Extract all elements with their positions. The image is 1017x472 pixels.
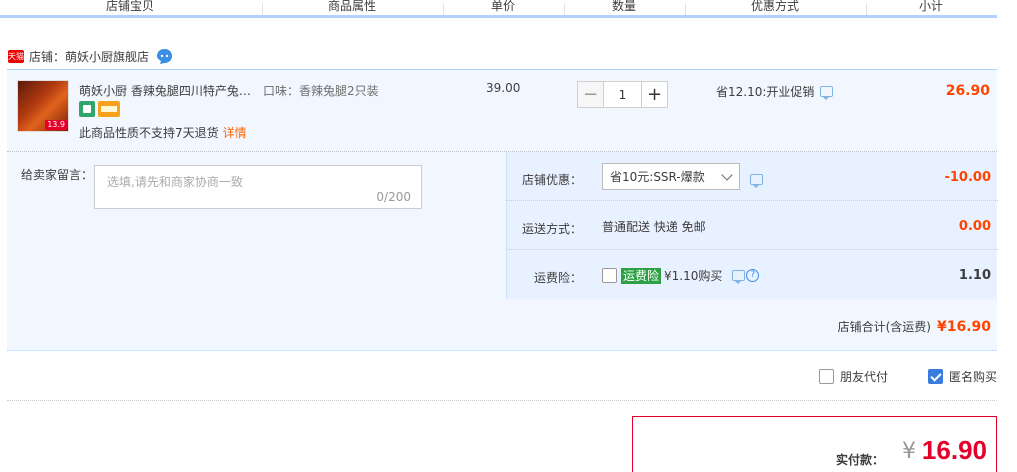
quantity-increase-button[interactable]: +	[641, 81, 668, 108]
shop-discount-amount: -10.00	[944, 170, 991, 185]
shop-total-amount: ¥16.90	[936, 319, 991, 335]
seller-message-placeholder: 选填,请先和商家协商一致	[107, 175, 243, 189]
header-col-unit-price: 单价	[490, 0, 515, 13]
product-title-link[interactable]: 萌妖小厨 香辣兔腿四川特产兔…	[79, 82, 257, 99]
seller-message-label: 给卖家留言：	[21, 168, 94, 182]
insurance-label: 运费险：	[533, 271, 582, 285]
insurance-tag: 运费险	[621, 267, 662, 284]
product-sku: 口味：香辣兔腿2只装	[263, 84, 379, 98]
insurance-amount: 1.10	[958, 268, 991, 283]
section-divider	[7, 400, 997, 401]
unit-price: 39.00	[486, 81, 521, 95]
shop-discount-selected: 省10元:SSR-爆款	[610, 170, 705, 184]
shop-discount-label: 店铺优惠：	[521, 173, 582, 187]
payment-options: 朋友代付 匿名购买	[818, 368, 997, 385]
return-policy-details-link[interactable]: 详情	[223, 126, 247, 140]
payment-total-label: 实付款：	[835, 453, 884, 467]
anonymous-purchase-label: 匿名购买	[948, 370, 997, 384]
friend-pay-option[interactable]: 朋友代付	[818, 368, 888, 385]
return-policy-note: 此商品性质不支持7天退货 详情	[79, 124, 247, 141]
friend-pay-checkbox[interactable]	[818, 369, 834, 384]
shop-row: 天猫 店铺：萌妖小厨旗舰店	[8, 46, 173, 66]
shop-discount-select[interactable]: 省10元:SSR-爆款	[602, 163, 740, 190]
insurance-checkbox[interactable]	[602, 268, 617, 283]
shop-total-label: 店铺合计(含运费)	[837, 320, 931, 334]
comment-icon[interactable]	[750, 174, 763, 188]
credit-card-icon[interactable]	[98, 101, 120, 117]
shipping-method: 普通配送 快递 免邮	[602, 220, 706, 234]
tmall-icon: 天猫	[8, 49, 24, 63]
shop-options-panel: 店铺优惠： 省10元:SSR-爆款 -10.00 运送方式： 普通配送 快递 免…	[506, 152, 998, 299]
payment-currency: ¥	[902, 439, 916, 464]
seller-message-textarea[interactable]: 选填,请先和商家协商一致 0/200	[94, 165, 422, 209]
chevron-down-icon	[721, 169, 733, 181]
shipping-row: 运送方式： 普通配送 快递 免邮 0.00	[507, 201, 998, 250]
return-policy-text: 此商品性质不支持7天退货	[79, 126, 219, 140]
promotion-text: 省12.10:开业促销	[716, 85, 815, 99]
insurance-row: 运费险： 运费险 ¥1.10购买 ? 1.10	[507, 250, 998, 299]
quantity-stepper: − +	[577, 81, 668, 108]
insurance-content: 运费险 ¥1.10购买 ?	[602, 267, 760, 284]
order-extras: 给卖家留言： 选填,请先和商家协商一致 0/200 店铺优惠： 省10元:SSR…	[7, 152, 998, 351]
friend-pay-label: 朋友代付	[839, 370, 888, 384]
seller-message-char-count: 0/200	[376, 190, 411, 204]
anonymous-purchase-checkbox[interactable]	[927, 369, 943, 384]
product-thumbnail[interactable]: 13.9	[17, 80, 69, 132]
payment-total-box: 实付款： ¥ 16.90	[632, 416, 997, 472]
shop-discount-content: 省10元:SSR-爆款	[602, 163, 763, 190]
service-icons	[79, 101, 120, 117]
insurance-price: ¥1.10购买	[664, 269, 723, 283]
comment-icon[interactable]	[820, 86, 834, 100]
anonymous-purchase-option[interactable]: 匿名购买	[927, 368, 997, 385]
header-col-attributes: 商品属性	[327, 0, 376, 13]
guarantee-icon[interactable]	[79, 101, 95, 117]
help-icon[interactable]: ?	[746, 269, 760, 282]
comment-icon[interactable]	[732, 270, 746, 284]
quantity-decrease-button[interactable]: −	[577, 81, 604, 108]
header-col-shop-item: 店铺宝贝	[105, 0, 154, 13]
chat-bubble-icon[interactable]	[156, 48, 173, 65]
item-promotion: 省12.10:开业促销	[716, 83, 834, 100]
shop-discount-row: 店铺优惠： 省10元:SSR-爆款 -10.00	[507, 152, 998, 201]
quantity-input[interactable]	[604, 81, 641, 108]
item-subtotal: 26.90	[945, 83, 990, 99]
thumbnail-price-badge: 13.9	[45, 120, 67, 130]
shop-total: 店铺合计(含运费) ¥16.90	[838, 318, 991, 335]
payment-total-amount: 16.90	[921, 435, 987, 465]
cart-header: 店铺宝贝 商品属性 单价 数量 优惠方式 小计	[0, 0, 997, 18]
shipping-amount: 0.00	[958, 219, 991, 234]
cart-item-row: 13.9 萌妖小厨 香辣兔腿四川特产兔… 此商品性质不支持7天退货 详情 口味：香…	[7, 69, 997, 152]
header-col-quantity: 数量	[611, 0, 636, 13]
shipping-label: 运送方式：	[521, 222, 582, 236]
header-col-subtotal: 小计	[918, 0, 943, 13]
header-col-discount: 优惠方式	[750, 0, 799, 13]
shop-name-link[interactable]: 店铺：萌妖小厨旗舰店	[29, 48, 149, 65]
